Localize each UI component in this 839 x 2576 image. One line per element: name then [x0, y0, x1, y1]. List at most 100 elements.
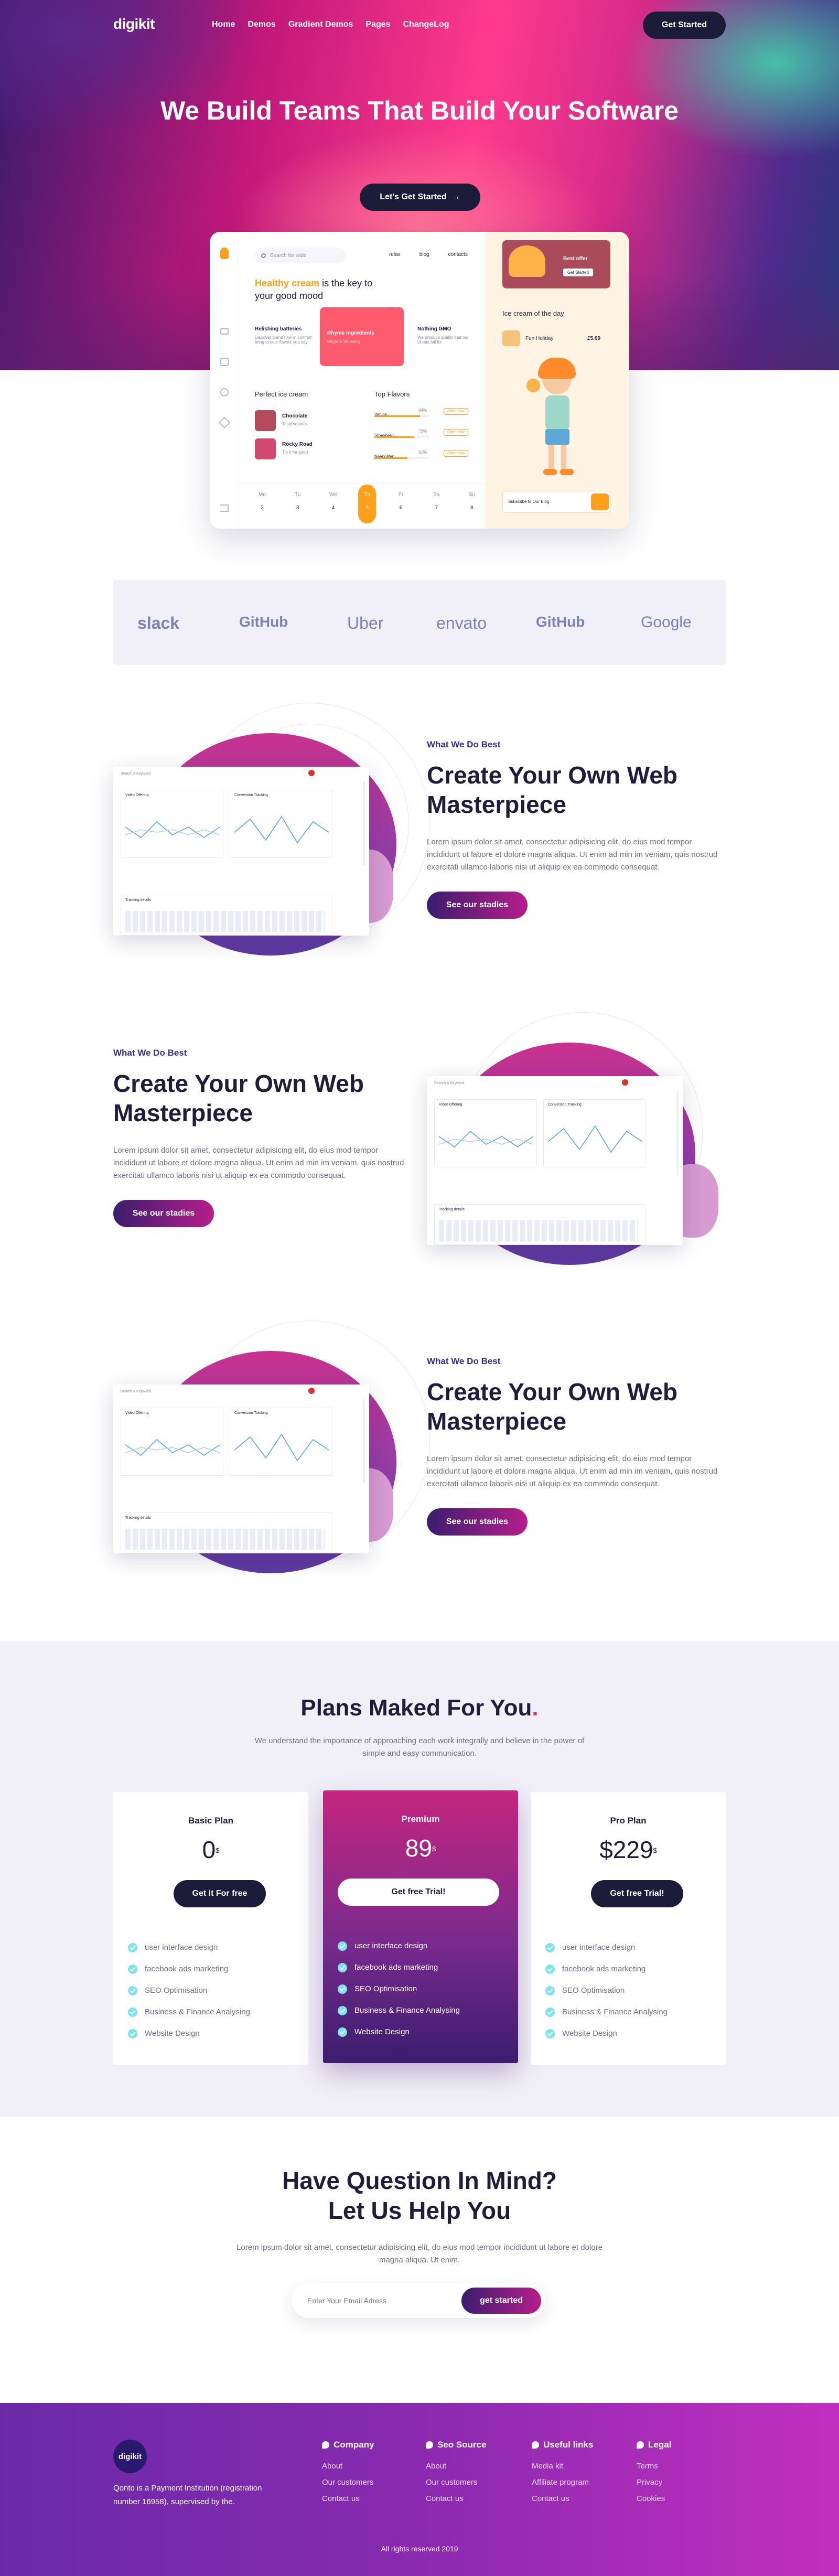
flavor-row: Neapolitan 61% Order now	[374, 450, 479, 471]
logout-icon[interactable]	[220, 505, 229, 512]
dashboard-search[interactable]: Search for wide	[255, 248, 346, 263]
footer-link[interactable]: Contact us	[426, 2494, 487, 2503]
nav-changelog[interactable]: ChangeLog	[403, 20, 449, 29]
calendar-day[interactable]: We 4	[322, 492, 343, 523]
footer-link[interactable]: Privacy	[637, 2478, 671, 2487]
feature-item: Business & Finance Analysing	[128, 2001, 250, 2023]
offer-label: Best offer	[563, 256, 588, 262]
search-icon	[261, 253, 266, 258]
tracking-table: Tracking details	[121, 895, 332, 936]
feature-2-title: Create Your Own Web Masterpiece	[113, 1070, 364, 1126]
copyright: All rights reserved 2019	[381, 2545, 458, 2553]
calendar-day-selected[interactable]: Th 5	[358, 485, 376, 523]
flavor-pct: 84%	[418, 408, 427, 413]
offer-button[interactable]: Get Started	[563, 269, 593, 276]
feature-item: Website Design	[545, 2023, 668, 2044]
product-2-name: Rocky Road	[282, 442, 313, 447]
plan-features: user interface design facebook ads marke…	[128, 1937, 250, 2044]
check-icon	[338, 1962, 347, 1972]
feature-item: SEO Optimisation	[338, 1978, 460, 2000]
footer: digikit Qonto is a Payment Institution (…	[0, 2403, 839, 2576]
get-it-free-button[interactable]: Get it For free	[174, 1880, 266, 1907]
feature-1-body: Lorem ipsum dolor sit amet, consectetur …	[427, 838, 718, 872]
product-1-sub: Tasty smooth	[282, 422, 307, 426]
check-icon	[128, 1964, 137, 1974]
footer-link[interactable]: Affiliate program	[532, 2478, 593, 2487]
github-logo: GitHub	[239, 614, 288, 630]
email-input[interactable]	[307, 2294, 444, 2307]
nav-demos[interactable]: Demos	[248, 20, 275, 29]
headline-accent: Healthy cream	[255, 278, 320, 288]
flavor-bar	[374, 415, 421, 417]
flavor-row: Strawberry 73% Order now	[374, 429, 479, 450]
get-free-trial-button[interactable]: Get free Trial!	[338, 1879, 499, 1906]
feature-3-title: Create Your Own Web Masterpiece	[427, 1378, 677, 1435]
chart-card-1: Video Offering	[434, 1099, 537, 1167]
bell-icon[interactable]	[218, 416, 231, 429]
calendar-day[interactable]: Tu 3	[287, 492, 308, 523]
chart-card-2: Conversion Tracking	[230, 790, 332, 858]
feature-1-eyebrow: What We Do Best	[427, 739, 501, 749]
dashboard-link-blog[interactable]: blog	[420, 252, 429, 257]
calendar-day[interactable]: Su 8	[461, 492, 482, 523]
question-body: Lorem ipsum dolor sit amet, consectetur …	[236, 2243, 603, 2264]
chart-card-1: Video Offering	[121, 1408, 223, 1476]
lets-get-started-button[interactable]: Let's Get Started →	[360, 184, 480, 211]
dashboard-link-contacts[interactable]: contacts	[448, 252, 468, 257]
footer-link[interactable]: Contact us	[532, 2494, 593, 2503]
order-button[interactable]: Order now	[444, 429, 468, 436]
get-started-submit-button[interactable]: get started	[461, 2288, 541, 2314]
footer-col-legal: Legal Terms Privacy Cookies	[637, 2440, 672, 2503]
plan-name: Basic Plan	[188, 1816, 233, 1826]
footer-col-company: Company About Our customers Contact us	[322, 2440, 374, 2503]
feature-1-title: Create Your Own Web Masterpiece	[427, 761, 677, 818]
order-button[interactable]: Order now	[444, 450, 468, 457]
footer-link[interactable]: Terms	[637, 2462, 671, 2471]
subscribe-field[interactable]: Subscribe to Our Blog	[502, 491, 610, 513]
dashboard-preview: Search for wide relax blog contacts Heal…	[210, 232, 629, 529]
plan-features: user interface design facebook ads marke…	[545, 1937, 668, 2044]
logo[interactable]: digikit	[113, 16, 155, 33]
see-studies-button-2[interactable]: See our stadies	[113, 1200, 214, 1227]
see-studies-button-1[interactable]: See our stadies	[427, 892, 528, 919]
flavor-bar	[374, 436, 414, 438]
footer-logo[interactable]: digikit	[113, 2440, 147, 2473]
calendar-day[interactable]: Mo 2	[252, 492, 273, 523]
nav-home[interactable]: Home	[212, 20, 235, 29]
feature-item: facebook ads marketing	[338, 1957, 460, 1978]
chart-card-2: Conversion Tracking	[543, 1099, 646, 1167]
product-2-sub: Try it for good	[282, 450, 308, 455]
footer-link[interactable]: Contact us	[322, 2494, 374, 2503]
calendar-icon[interactable]	[220, 358, 229, 366]
slack-logo: slack	[137, 614, 180, 632]
hero-title: We Build Teams That Build Your Software	[160, 96, 679, 125]
calendar-day[interactable]: Fr 6	[391, 492, 412, 523]
line-chart	[234, 1433, 329, 1462]
nav-pages[interactable]: Pages	[365, 20, 390, 29]
line-chart	[125, 821, 220, 838]
see-studies-button-3[interactable]: See our stadies	[427, 1508, 528, 1536]
mail-icon[interactable]	[220, 328, 229, 335]
card-2-text: Bright & Stunning	[327, 339, 360, 344]
footer-link[interactable]: Cookies	[637, 2494, 671, 2503]
footer-link[interactable]: Our customers	[322, 2478, 374, 2487]
settings-icon[interactable]	[220, 388, 229, 396]
plan-name: Pro Plan	[610, 1816, 647, 1826]
nav-gradient-demos[interactable]: Gradient Demos	[288, 20, 353, 29]
calendar-day[interactable]: Sa 7	[426, 492, 447, 523]
dashboard-right-panel: Best offer Get Started Ice cream of the …	[486, 232, 629, 529]
footer-link[interactable]: About	[322, 2462, 374, 2471]
pricing-subtitle: We understand the importance of approach…	[254, 1736, 585, 1758]
footer-link[interactable]: Media kit	[532, 2462, 593, 2471]
plan-price: 89$	[405, 1834, 436, 1862]
footer-link[interactable]: About	[426, 2462, 487, 2471]
day-title: Ice cream of the day	[502, 309, 564, 317]
order-button[interactable]: Order now	[444, 408, 468, 415]
page: digikit Home Demos Gradient Demos Pages …	[0, 0, 839, 2576]
get-started-button[interactable]: Get Started	[643, 12, 726, 39]
line-chart	[548, 1125, 642, 1153]
get-free-trial-button-pro[interactable]: Get free Trial!	[591, 1880, 683, 1907]
dashboard-link-relax[interactable]: relax	[389, 252, 401, 257]
footer-link[interactable]: Our customers	[426, 2478, 487, 2487]
subscribe-search-icon[interactable]	[591, 493, 609, 510]
